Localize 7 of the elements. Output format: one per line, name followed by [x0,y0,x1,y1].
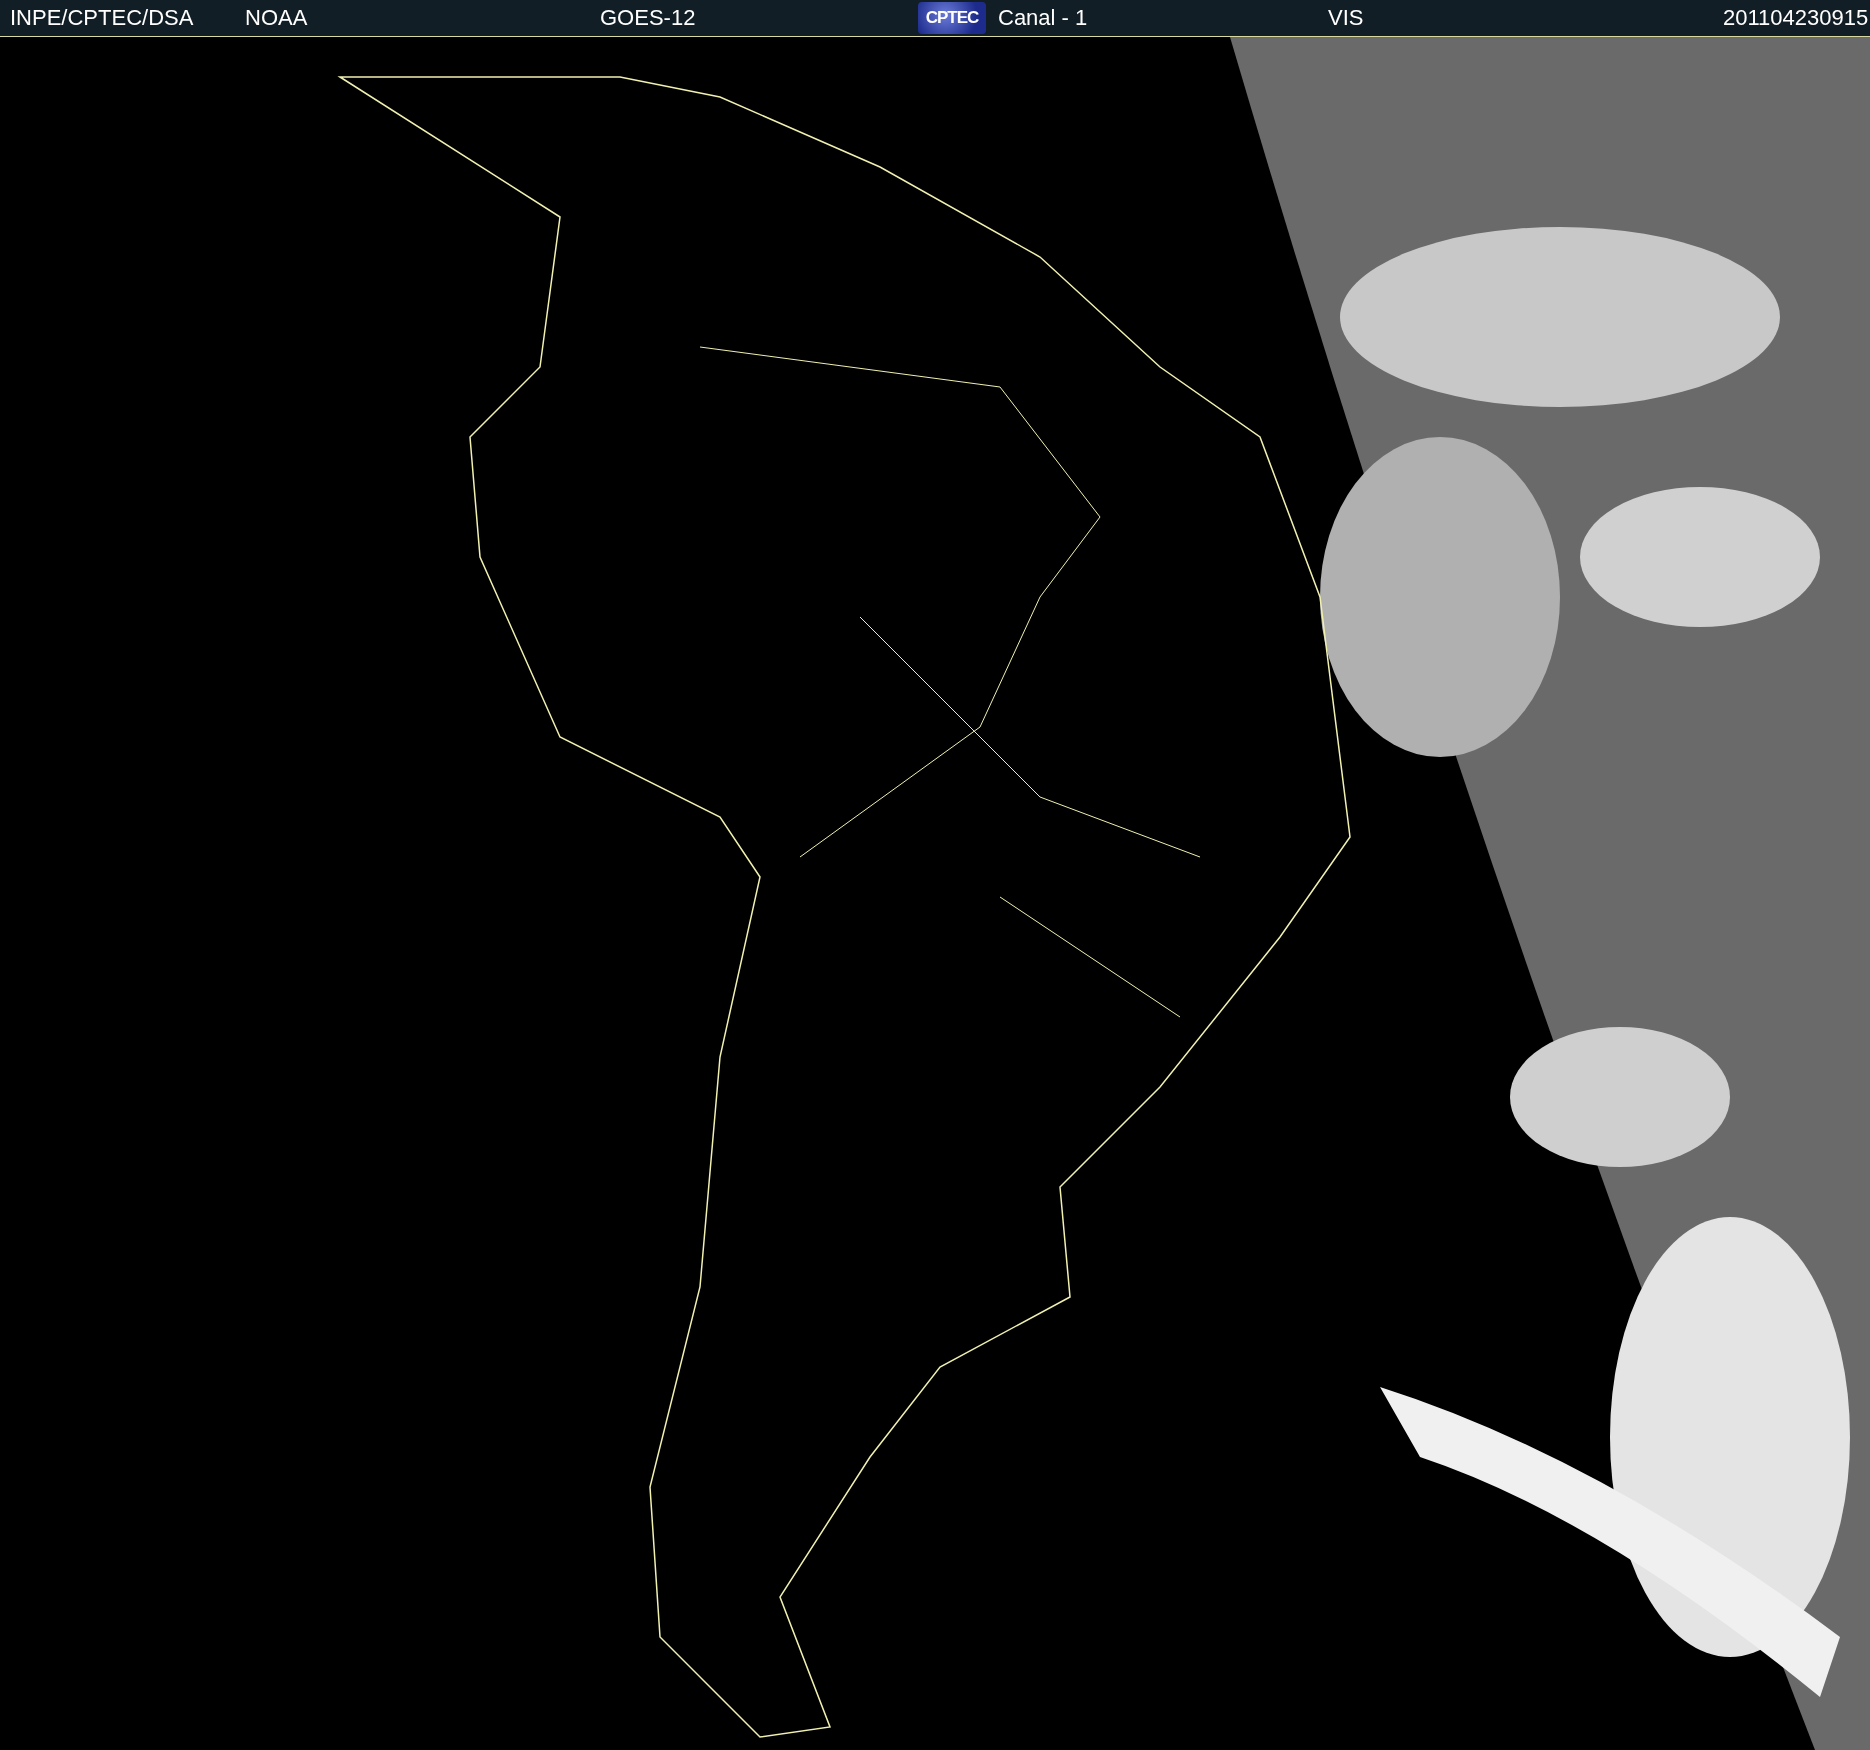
agency-label: NOAA [245,5,309,31]
logo: CPTEC [918,2,986,34]
channel-label: Canal - 1 [998,5,1089,31]
source-label: INPE/CPTEC/DSA [10,5,195,31]
satellite-label: GOES-12 [600,5,697,31]
timestamp: 201104230915 [1723,5,1869,31]
band-label: VIS [1328,5,1365,31]
